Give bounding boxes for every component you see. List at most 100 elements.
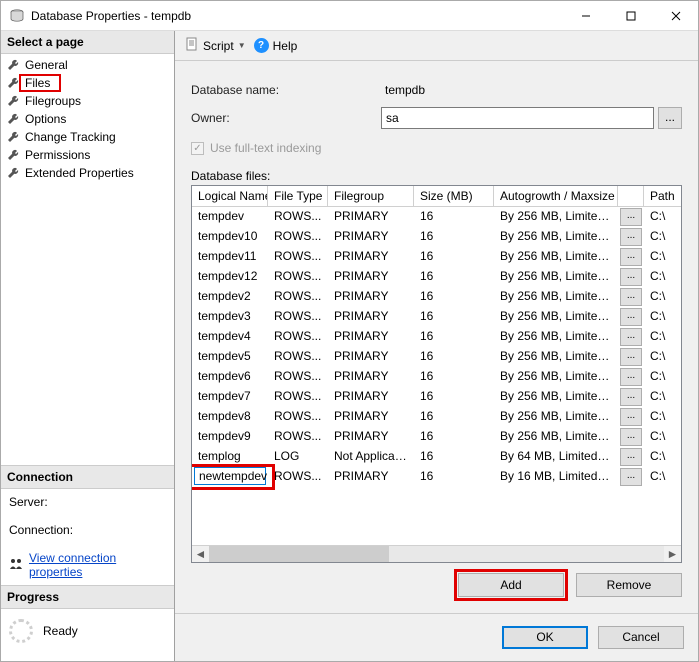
autogrowth-edit-button[interactable]: ... xyxy=(620,348,642,366)
cell-file-type[interactable]: ROWS... xyxy=(268,427,328,447)
cell-filegroup[interactable]: PRIMARY xyxy=(328,307,414,327)
cell-logical-name[interactable]: tempdev4 xyxy=(192,327,268,347)
cell-size[interactable]: 16 xyxy=(414,307,494,327)
horizontal-scrollbar[interactable]: ◄ ► xyxy=(192,545,681,562)
table-row[interactable]: tempdev5ROWS...PRIMARY16By 256 MB, Limit… xyxy=(192,347,681,367)
cell-filegroup[interactable]: PRIMARY xyxy=(328,347,414,367)
cell-logical-name[interactable]: tempdev7 xyxy=(192,387,268,407)
owner-input[interactable] xyxy=(381,107,654,129)
cell-filegroup[interactable]: PRIMARY xyxy=(328,427,414,447)
cell-logical-name[interactable]: tempdev3 xyxy=(192,307,268,327)
page-item-filegroups[interactable]: Filegroups xyxy=(1,92,174,110)
maximize-button[interactable] xyxy=(608,1,653,30)
page-item-general[interactable]: General xyxy=(1,56,174,74)
autogrowth-edit-button[interactable]: ... xyxy=(620,328,642,346)
cell-logical-name[interactable]: tempdev6 xyxy=(192,367,268,387)
scroll-right-icon[interactable]: ► xyxy=(664,546,681,563)
autogrowth-edit-button[interactable]: ... xyxy=(620,248,642,266)
col-size[interactable]: Size (MB) xyxy=(414,186,494,206)
cell-logical-name[interactable]: tempdev xyxy=(192,207,268,227)
cancel-button[interactable]: Cancel xyxy=(598,626,684,649)
cell-filegroup[interactable]: PRIMARY xyxy=(328,227,414,247)
minimize-button[interactable] xyxy=(563,1,608,30)
page-item-extended-properties[interactable]: Extended Properties xyxy=(1,164,174,182)
add-button[interactable]: Add xyxy=(458,573,564,597)
autogrowth-edit-button[interactable]: ... xyxy=(620,268,642,286)
cell-filegroup[interactable]: PRIMARY xyxy=(328,247,414,267)
autogrowth-edit-button[interactable]: ... xyxy=(620,408,642,426)
table-row[interactable]: templogLOGNot Applicable16By 64 MB, Limi… xyxy=(192,447,681,467)
cell-file-type[interactable]: ROWS... xyxy=(268,287,328,307)
cell-size[interactable]: 16 xyxy=(414,247,494,267)
cell-file-type[interactable]: ROWS... xyxy=(268,327,328,347)
table-row[interactable]: tempdev6ROWS...PRIMARY16By 256 MB, Limit… xyxy=(192,367,681,387)
autogrowth-edit-button[interactable]: ... xyxy=(620,388,642,406)
view-connection-properties-link[interactable]: View connection properties xyxy=(29,551,166,579)
close-button[interactable] xyxy=(653,1,698,30)
col-path[interactable]: Path xyxy=(644,186,678,206)
scroll-left-icon[interactable]: ◄ xyxy=(192,546,209,563)
autogrowth-edit-button[interactable]: ... xyxy=(620,468,642,486)
cell-file-type[interactable]: ROWS... xyxy=(268,307,328,327)
ok-button[interactable]: OK xyxy=(502,626,588,649)
cell-file-type[interactable]: ROWS... xyxy=(268,367,328,387)
cell-filegroup[interactable]: PRIMARY xyxy=(328,387,414,407)
cell-logical-name[interactable]: templog xyxy=(192,447,268,467)
cell-size[interactable]: 16 xyxy=(414,227,494,247)
cell-size[interactable]: 16 xyxy=(414,367,494,387)
col-logical-name[interactable]: Logical Name xyxy=(192,186,268,206)
cell-filegroup[interactable]: PRIMARY xyxy=(328,467,414,487)
table-row[interactable]: tempdev11ROWS...PRIMARY16By 256 MB, Limi… xyxy=(192,247,681,267)
cell-size[interactable]: 16 xyxy=(414,467,494,487)
cell-file-type[interactable]: ROWS... xyxy=(268,387,328,407)
cell-logical-name[interactable]: tempdev2 xyxy=(192,287,268,307)
page-item-change-tracking[interactable]: Change Tracking xyxy=(1,128,174,146)
cell-size[interactable]: 16 xyxy=(414,267,494,287)
page-item-options[interactable]: Options xyxy=(1,110,174,128)
logical-name-editor[interactable]: newtempdev| xyxy=(194,467,266,485)
autogrowth-edit-button[interactable]: ... xyxy=(620,308,642,326)
cell-size[interactable]: 16 xyxy=(414,327,494,347)
cell-size[interactable]: 16 xyxy=(414,407,494,427)
table-row[interactable]: newtempdev|ROWS...PRIMARY16By 16 MB, Lim… xyxy=(192,467,681,487)
cell-logical-name[interactable]: tempdev9 xyxy=(192,427,268,447)
cell-filegroup[interactable]: PRIMARY xyxy=(328,367,414,387)
table-row[interactable]: tempdev3ROWS...PRIMARY16By 256 MB, Limit… xyxy=(192,307,681,327)
scrollbar-thumb[interactable] xyxy=(209,546,389,563)
script-button[interactable]: Script ▼ xyxy=(185,37,246,54)
table-row[interactable]: tempdev12ROWS...PRIMARY16By 256 MB, Limi… xyxy=(192,267,681,287)
cell-size[interactable]: 16 xyxy=(414,347,494,367)
autogrowth-edit-button[interactable]: ... xyxy=(620,368,642,386)
owner-browse-button[interactable]: ... xyxy=(658,107,682,129)
cell-filegroup[interactable]: PRIMARY xyxy=(328,407,414,427)
cell-file-type[interactable]: ROWS... xyxy=(268,227,328,247)
autogrowth-edit-button[interactable]: ... xyxy=(620,228,642,246)
col-filegroup[interactable]: Filegroup xyxy=(328,186,414,206)
cell-size[interactable]: 16 xyxy=(414,207,494,227)
cell-size[interactable]: 16 xyxy=(414,447,494,467)
cell-filegroup[interactable]: Not Applicable xyxy=(328,447,414,467)
table-row[interactable]: tempdev9ROWS...PRIMARY16By 256 MB, Limit… xyxy=(192,427,681,447)
table-row[interactable]: tempdev10ROWS...PRIMARY16By 256 MB, Limi… xyxy=(192,227,681,247)
remove-button[interactable]: Remove xyxy=(576,573,682,597)
cell-file-type[interactable]: ROWS... xyxy=(268,347,328,367)
page-item-files[interactable]: Files xyxy=(1,74,174,92)
autogrowth-edit-button[interactable]: ... xyxy=(620,428,642,446)
cell-logical-name[interactable]: tempdev11 xyxy=(192,247,268,267)
cell-logical-name[interactable]: tempdev10 xyxy=(192,227,268,247)
table-row[interactable]: tempdev2ROWS...PRIMARY16By 256 MB, Limit… xyxy=(192,287,681,307)
table-row[interactable]: tempdev4ROWS...PRIMARY16By 256 MB, Limit… xyxy=(192,327,681,347)
cell-filegroup[interactable]: PRIMARY xyxy=(328,327,414,347)
cell-filegroup[interactable]: PRIMARY xyxy=(328,207,414,227)
cell-file-type[interactable]: ROWS... xyxy=(268,247,328,267)
cell-file-type[interactable]: LOG xyxy=(268,447,328,467)
autogrowth-edit-button[interactable]: ... xyxy=(620,288,642,306)
autogrowth-edit-button[interactable]: ... xyxy=(620,208,642,226)
cell-file-type[interactable]: ROWS... xyxy=(268,467,328,487)
table-row[interactable]: tempdev7ROWS...PRIMARY16By 256 MB, Limit… xyxy=(192,387,681,407)
cell-logical-name[interactable]: tempdev5 xyxy=(192,347,268,367)
cell-logical-name[interactable]: tempdev8 xyxy=(192,407,268,427)
database-files-grid[interactable]: Logical Name File Type Filegroup Size (M… xyxy=(191,185,682,563)
cell-logical-name[interactable]: tempdev12 xyxy=(192,267,268,287)
table-row[interactable]: tempdevROWS...PRIMARY16By 256 MB, Limite… xyxy=(192,207,681,227)
